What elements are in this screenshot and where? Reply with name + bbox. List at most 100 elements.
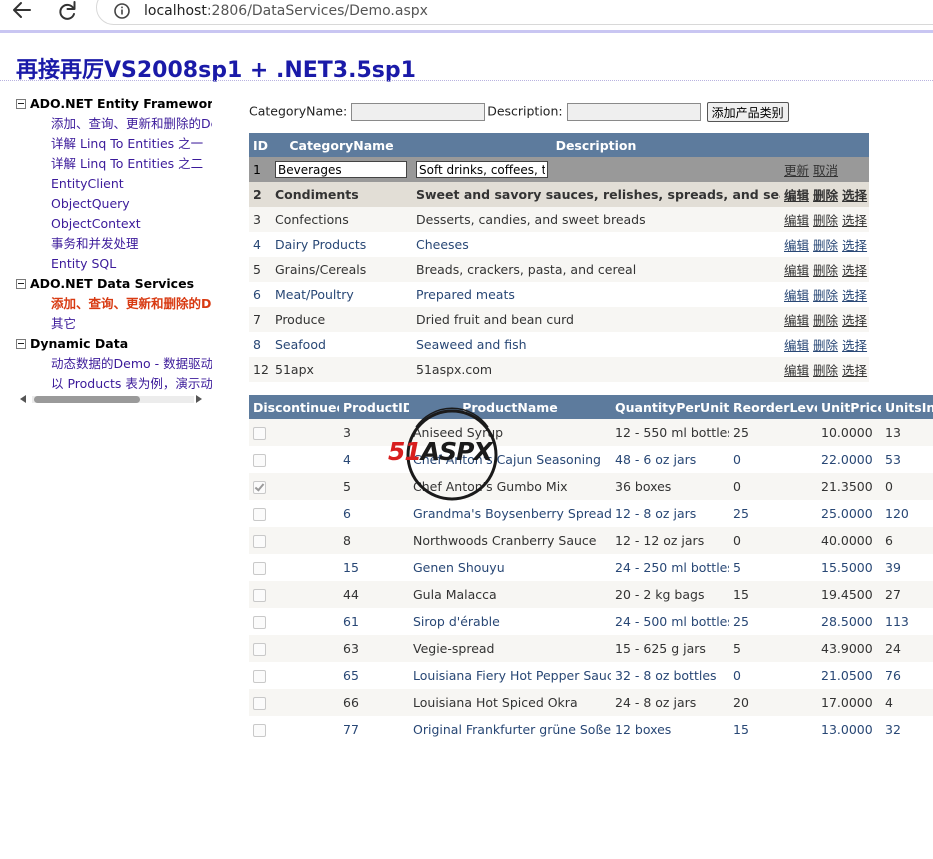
select-link[interactable]: 选择 [842,213,867,228]
category-description: Breads, crackers, pasta, and cereal [412,257,780,282]
units-in-stock: 76 [881,662,933,689]
scroll-right-icon[interactable] [196,395,202,403]
edit-link[interactable]: 编辑 [784,363,809,378]
select-link[interactable]: 选择 [842,363,867,378]
category-description: Desserts, candies, and sweet breads [412,207,780,232]
header-id[interactable]: ID [249,133,271,157]
tree-node[interactable]: Dynamic Data [16,334,212,354]
header-description[interactable]: Description [412,133,780,157]
reorder-level: 25 [729,608,817,635]
edit-description-input[interactable] [416,161,548,178]
select-link[interactable]: 选择 [842,263,867,278]
delete-link[interactable]: 删除 [813,363,838,378]
delete-link[interactable]: 删除 [813,313,838,328]
edit-link[interactable]: 编辑 [784,238,809,253]
row-commands: 编辑 删除 选择 [780,357,869,382]
product-id: 63 [339,635,409,662]
reorder-level: 25 [729,500,817,527]
tree-horizontal-scrollbar[interactable] [16,392,212,406]
header-product-name[interactable]: ProductName [409,395,611,419]
select-link[interactable]: 选择 [842,338,867,353]
delete-link[interactable]: 删除 [813,263,838,278]
quantity-per-unit: 12 - 8 oz jars [611,500,729,527]
header-discontinued[interactable]: Discontinued [249,395,339,419]
delete-link[interactable]: 删除 [813,238,838,253]
header-quantity-per-unit[interactable]: QuantityPerUnit [611,395,729,419]
tree-leaf[interactable]: 动态数据的Demo - 数据驱动的Web应用程序 [16,354,212,374]
unit-price: 15.5000 [817,554,881,581]
product-id: 4 [339,446,409,473]
edit-link[interactable]: 编辑 [784,188,809,203]
unit-price: 22.0000 [817,446,881,473]
discontinued-checkbox [253,670,266,683]
category-grid-header: ID CategoryName Description [249,133,869,157]
site-info-icon[interactable] [113,2,131,20]
address-text[interactable]: localhost:2806/DataServices/Demo.aspx [144,3,428,19]
row-commands: 编辑 删除 选择 [780,257,869,282]
select-link[interactable]: 选择 [842,238,867,253]
scrollbar-thumb[interactable] [34,396,140,403]
category-form: CategoryName: Description: 添加产品类别 [249,102,789,124]
reorder-level: 0 [729,662,817,689]
select-link[interactable]: 选择 [842,313,867,328]
edit-link[interactable]: 编辑 [784,263,809,278]
scroll-left-icon[interactable] [20,395,26,403]
tree-leaf[interactable]: Entity SQL [16,254,212,274]
delete-link[interactable]: 删除 [813,338,838,353]
category-description: Cheeses [412,232,780,257]
edit-link[interactable]: 编辑 [784,338,809,353]
product-id: 44 [339,581,409,608]
collapse-toggle-icon[interactable] [16,279,26,289]
tree-leaf[interactable]: 以 Products 表为例，演示动态数据 [16,374,212,394]
discontinued-cell [249,446,339,473]
discontinued-checkbox [253,535,266,548]
quantity-per-unit: 48 - 6 oz jars [611,446,729,473]
tree-leaf[interactable]: 详解 Linq To Entities 之一 [16,134,212,154]
tree-leaf[interactable]: ObjectQuery [16,194,212,214]
edit-link[interactable]: 编辑 [784,288,809,303]
category-id: 1 [249,157,271,182]
tree-leaf-selected[interactable]: 添加、查询、更新和删除的Demo [16,294,212,314]
row-commands: 编辑 删除 选择 [780,182,869,207]
product-grid-header: Discontinued ProductID ProductName Quant… [249,395,933,419]
tree-leaf[interactable]: 详解 Linq To Entities 之二 [16,154,212,174]
discontinued-checkbox [253,589,266,602]
reload-button[interactable] [54,0,82,24]
category-row: 4 Dairy Products Cheeses 编辑 删除 选择 [249,232,869,257]
units-in-stock: 4 [881,689,933,716]
collapse-toggle-icon[interactable] [16,339,26,349]
header-unit-price[interactable]: UnitPrice [817,395,881,419]
title-divider [0,80,933,81]
category-id: 12 [249,357,271,382]
delete-link[interactable]: 删除 [813,288,838,303]
header-product-id[interactable]: ProductID [339,395,409,419]
edit-link[interactable]: 编辑 [784,313,809,328]
header-category-name[interactable]: CategoryName [271,133,412,157]
tree-leaf[interactable]: EntityClient [16,174,212,194]
select-link[interactable]: 选择 [842,188,867,203]
delete-link[interactable]: 删除 [813,213,838,228]
header-reorder-level[interactable]: ReorderLevel [729,395,817,419]
tree-node[interactable]: ADO.NET Data Services [16,274,212,294]
reorder-level: 25 [729,419,817,446]
description-input[interactable] [566,103,701,121]
product-name: Sirop d'érable [409,608,611,635]
delete-link[interactable]: 删除 [813,188,838,203]
collapse-toggle-icon[interactable] [16,99,26,109]
discontinued-cell [249,554,339,581]
category-name-input[interactable] [351,103,486,121]
header-units-in-stock[interactable]: UnitsInStock [881,395,933,419]
edit-category-name-input[interactable] [275,161,407,178]
tree-leaf[interactable]: 事务和并发处理 [16,234,212,254]
cancel-link[interactable]: 取消 [813,163,838,178]
tree-leaf[interactable]: 添加、查询、更新和删除的Demo [16,114,212,134]
tree-leaf[interactable]: 其它 [16,314,212,334]
add-category-button[interactable]: 添加产品类别 [706,102,789,122]
tree-node[interactable]: ADO.NET Entity Framework [16,94,212,114]
back-button[interactable] [8,0,36,24]
update-link[interactable]: 更新 [784,163,809,178]
tree-leaf[interactable]: ObjectContext [16,214,212,234]
category-name: 51apx [271,357,412,382]
edit-link[interactable]: 编辑 [784,213,809,228]
select-link[interactable]: 选择 [842,288,867,303]
